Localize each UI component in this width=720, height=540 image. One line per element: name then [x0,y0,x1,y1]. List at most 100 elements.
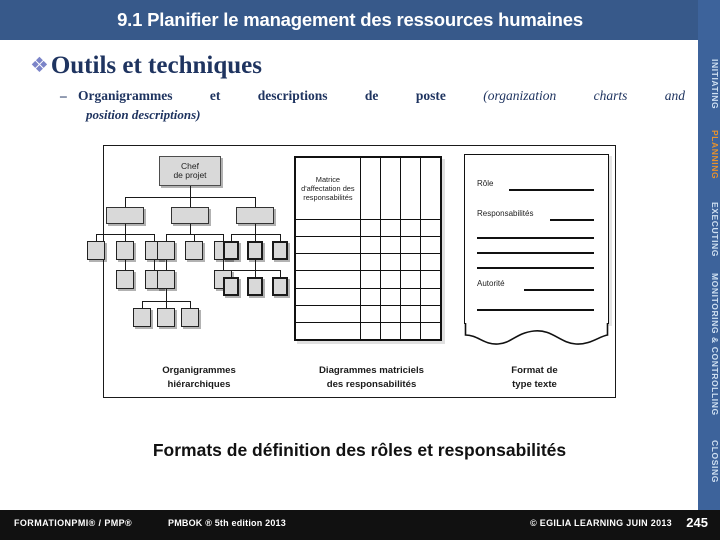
bullet-continuation: position descriptions) [86,107,201,122]
text-format-document: Rôle Responsabilités Autorité [464,154,614,354]
matrix-cell [359,236,381,255]
matrix-cell [359,270,381,289]
matrix-cell [419,253,442,272]
matrix-cell [379,304,401,323]
org-connector [154,260,156,270]
matrix-cell [399,321,421,341]
matrix-row [295,270,442,289]
org-connector [280,270,282,277]
matrix-cell [399,218,421,238]
org-node-l4 [116,270,134,289]
bullet-word-poste: poste [415,88,446,103]
bullet-word-et: et [209,88,221,103]
rail-item-monitoring-controlling[interactable]: MONITORING & CONTROLLING [698,272,720,416]
caption-line1: Format de [511,365,558,376]
matrix-cell [399,304,421,323]
org-node-l5 [157,308,175,327]
matrix-cell [379,157,401,220]
matrix-cell [419,157,442,220]
rail-item-executing[interactable]: EXECUTING [698,192,720,266]
org-node-l4 [157,270,175,289]
matrix-cell [295,321,361,341]
org-connector [96,234,98,241]
matrix-cell [419,270,442,289]
matrix-cell [379,321,401,341]
org-node-l3 [272,241,288,260]
org-root-line2: de projet [173,170,207,180]
matrix-cell [419,218,442,238]
rail-item-initiating[interactable]: INITIATING [698,48,720,120]
org-connector [142,301,144,308]
org-connector [154,234,156,241]
matrix-cell [419,236,442,255]
org-connector [255,197,257,207]
org-node-l5 [181,308,199,327]
matrix-header-line2: d'affectation des [301,183,355,193]
section-heading: ❖ Outils et techniques [30,52,262,80]
section-heading-label: Outils et techniques [50,52,262,79]
caption-line2: des responsabilités [326,378,417,390]
caption-line1: Diagrammes matriciels [318,365,425,376]
doc-rule [509,189,594,191]
bullet-italic-charts: charts [593,88,628,103]
matrix-cell [379,218,401,238]
matrix-header-cell: Matrice d'affectation des responsabilité… [295,157,361,220]
org-node-l3 [116,241,134,260]
slide-title-bar: 9.1 Planifier le management des ressourc… [0,0,720,40]
org-connector [255,260,257,270]
org-node-l4 [223,277,239,296]
footer-brand: FORMATIONPMI® / PMP® [14,518,133,528]
doc-rule [524,289,594,291]
org-connector [255,224,257,234]
page-number: 245 [686,515,708,530]
org-connector [194,234,196,241]
hierarchical-org-chart: Chef de projet [87,150,288,365]
org-connector [190,224,192,234]
org-connector [190,301,192,308]
caption-text-format: Format de type texte [472,364,597,392]
org-node-l2 [171,207,209,224]
figure-main-caption: Formats de définition des rôles et respo… [152,440,567,460]
footer-copyright: © EGILIA LEARNING JUIN 2013 [530,518,672,528]
matrix-cell [359,218,381,238]
org-node-l4 [247,277,263,296]
bullet-italic-and: and [664,88,685,103]
org-connector [166,289,168,301]
bullet-italic-organization: (organization [483,88,557,103]
doc-label-role: Rôle [477,179,494,188]
org-node-root: Chef de projet [159,156,221,186]
matrix-cell [295,236,361,255]
org-node-l3 [87,241,105,260]
matrix-cell [419,287,442,306]
rail-item-planning[interactable]: PLANNING [698,122,720,188]
matrix-cell [419,304,442,323]
doc-label-responsabilites: Responsabilités [477,209,534,218]
footer-source: PMBOK ® 5th edition 2013 [168,518,286,528]
slide-footer: FORMATIONPMI® / PMP® PMBOK ® 5th edition… [0,510,720,540]
matrix-header-line3: responsabilités [303,193,353,203]
matrix-row [295,218,442,238]
org-connector [231,234,233,241]
matrix-cell [399,253,421,272]
org-connector [166,260,168,270]
matrix-cell [359,287,381,306]
org-connector [125,224,127,234]
matrix-cell [399,287,421,306]
org-connector [166,234,168,241]
caption-line2: type texte [512,378,557,390]
rail-item-closing[interactable]: CLOSING [698,430,720,492]
matrix-cell [359,253,381,272]
doc-rule [477,267,594,269]
caption-line1: Organigrammes [162,365,236,376]
matrix-cell [295,253,361,272]
diamond-bullet-icon: ❖ [30,53,49,77]
matrix-cell [399,270,421,289]
figure-frame: Chef de projet Matrice d'affectation des… [87,145,616,398]
org-connector [125,234,127,241]
bullet-dash: – [60,88,67,103]
org-connector [166,301,168,308]
org-node-l2 [236,207,274,224]
matrix-row [295,287,442,306]
slide-canvas: 9.1 Planifier le management des ressourc… [0,0,720,540]
doc-rule [550,219,594,221]
